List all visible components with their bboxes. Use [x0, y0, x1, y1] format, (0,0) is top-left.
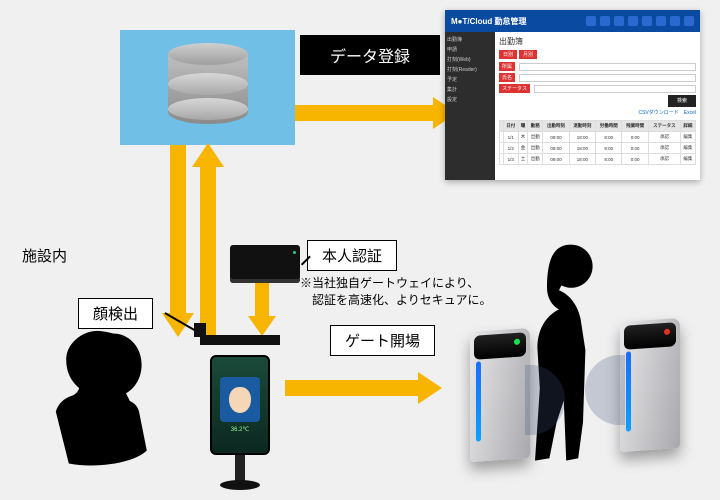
attendance-dashboard: M●T/Cloud 勤怠管理 出勤簿 申請 打刻(Web) 打刻(Reader)…	[445, 10, 700, 180]
gateway-device-icon	[230, 245, 300, 283]
dashboard-header-icons	[586, 16, 694, 26]
header-icon	[614, 16, 624, 26]
form-input	[519, 74, 696, 82]
form-label: 所属	[499, 62, 515, 71]
arrow-gateway-to-kiosk	[255, 283, 269, 318]
search-button: 検索	[668, 95, 696, 107]
header-icon	[628, 16, 638, 26]
dashboard-logo: M●T/Cloud 勤怠管理	[451, 16, 527, 27]
table-row: 1/1木出勤09:0018:008:000:00承認編集	[500, 132, 696, 143]
form-label: ステータス	[499, 84, 530, 93]
header-icon	[656, 16, 666, 26]
person-silhouette-icon	[35, 320, 165, 490]
tab: 日別	[499, 50, 517, 59]
export-links: CSVダウンロード Excel	[499, 109, 696, 116]
diagram-canvas: データ登録 M●T/Cloud 勤怠管理 出勤簿 申請 打刻(Web) 打刻(R…	[0, 0, 720, 500]
identity-auth-label: 本人認証	[307, 240, 397, 271]
header-icon	[684, 16, 694, 26]
table-row: 1/3土出勤09:0018:008:000:00承認編集	[500, 154, 696, 165]
gate-open-label: ゲート開場	[330, 325, 435, 356]
header-icon	[642, 16, 652, 26]
gateway-note: ※当社独自ゲートウェイにより、 認証を高速化、よりセキュアに。	[300, 275, 530, 309]
form-input	[519, 63, 696, 71]
sidebar-item: 予定	[447, 76, 493, 83]
sidebar-item: 設定	[447, 96, 493, 103]
dashboard-title: 出勤簿	[499, 36, 696, 47]
sidebar-item: 集計	[447, 86, 493, 93]
header-icon	[670, 16, 680, 26]
speed-gate-icon	[460, 310, 690, 485]
form-input	[534, 85, 696, 93]
data-register-label: データ登録	[300, 35, 440, 75]
arrow-cloud-to-dashboard	[295, 105, 435, 121]
sidebar-item: 打刻(Reader)	[447, 66, 493, 73]
header-icon	[586, 16, 596, 26]
attendance-table: 日付曜勤務出勤時刻退勤時刻労働時間残業時間ステータス詳細 1/1木出勤09:00…	[499, 120, 696, 165]
face-recognition-kiosk-icon: 36.2℃	[200, 335, 280, 485]
dashboard-main: 出勤簿 日別 月別 所属 氏名 ステータス 検索 CSVダウンロード Excel…	[495, 32, 700, 180]
arrow-cloud-to-gateway	[200, 165, 216, 335]
database-icon	[168, 43, 248, 133]
sidebar-item: 申請	[447, 46, 493, 53]
header-icon	[600, 16, 610, 26]
form-label: 氏名	[499, 73, 515, 82]
cloud-server-box	[120, 30, 295, 145]
tab: 月別	[519, 50, 537, 59]
dashboard-sidebar: 出勤簿 申請 打刻(Web) 打刻(Reader) 予定 集計 設定	[445, 32, 495, 180]
facility-label: 施設内	[22, 245, 67, 266]
arrow-gateway-to-cloud	[170, 145, 186, 315]
sidebar-item: 打刻(Web)	[447, 56, 493, 63]
dashboard-header: M●T/Cloud 勤怠管理	[445, 10, 700, 32]
sidebar-item: 出勤簿	[447, 36, 493, 43]
arrow-kiosk-to-gate	[285, 380, 420, 396]
table-row: 1/2金出勤09:0018:008:000:00承認編集	[500, 143, 696, 154]
